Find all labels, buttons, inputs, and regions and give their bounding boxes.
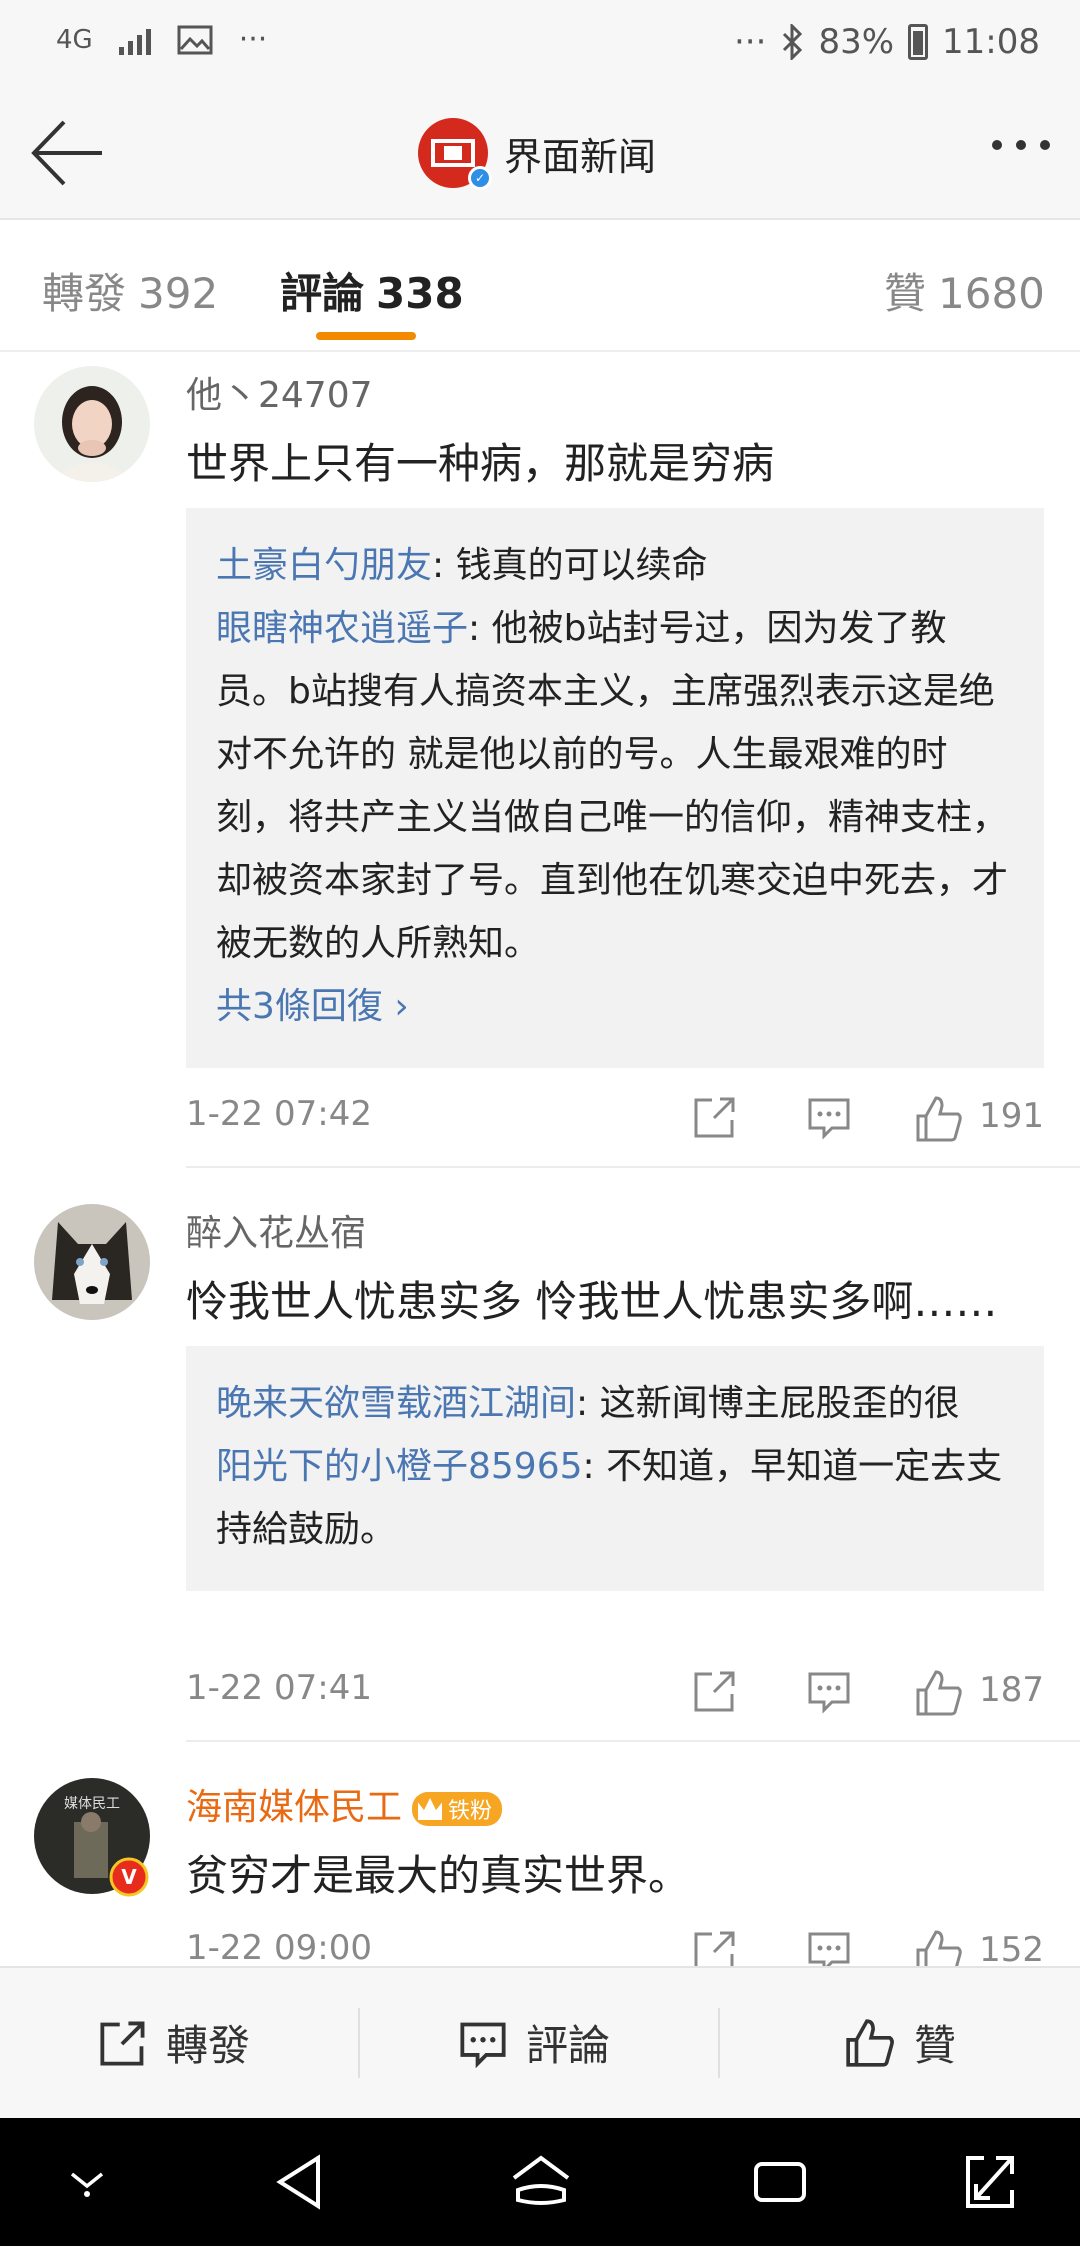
username-text: 海南媒体民工 <box>186 1787 403 1828</box>
account-title[interactable]: ✓ 界面新闻 <box>418 118 657 190</box>
reply-username[interactable]: 阳光下的小橙子85965 <box>216 1446 583 1487</box>
verified-badge-icon: ✓ <box>468 166 492 190</box>
status-left: 4G ··· <box>56 22 267 57</box>
like-count: 187 <box>979 1670 1044 1710</box>
battery-icon <box>908 24 929 60</box>
comment-text: 怜我世人忧患实多 怜我世人忧患实多啊…… <box>186 1277 998 1326</box>
reply-item: 眼瞎神农逍遥子: 他被b站封号过，因为发了教员。b站搜有人搞资本主义，主席强烈表… <box>216 597 1014 975</box>
system-nav-bar <box>0 2118 1080 2246</box>
separator <box>358 2008 360 2078</box>
reply-item: 阳光下的小橙子85965: 不知道，早知道一定去支持給鼓励。 <box>216 1435 1014 1561</box>
clock: 11:08 <box>942 22 1040 62</box>
comment-button[interactable]: 評論 <box>458 2012 610 2073</box>
reply-text: : 这新闻博主屁股歪的很 <box>576 1383 960 1424</box>
comment-meta: 1-22 07:41 187 <box>186 1668 1044 1728</box>
share-icon <box>100 2021 145 2066</box>
tab-bar: 轉發 392 評論 338 贊 1680 <box>0 220 1080 352</box>
comment-icon[interactable] <box>806 1094 852 1140</box>
comment-icon <box>460 2022 506 2068</box>
overflow-left: ··· <box>238 22 268 57</box>
back-arrow-icon[interactable] <box>28 118 108 188</box>
image-icon <box>177 25 213 54</box>
like-icon <box>846 2018 894 2067</box>
reply-box[interactable]: 土豪白勺朋友: 钱真的可以续命 眼瞎神农逍遥子: 他被b站封号过，因为发了教员。… <box>186 508 1044 1068</box>
comment-icon[interactable] <box>806 1668 852 1714</box>
avatar[interactable] <box>34 1204 150 1320</box>
tab-comments-count: 338 <box>376 269 464 318</box>
bottom-action-bar: 轉發 評論 贊 <box>0 1966 1080 2120</box>
status-right: ··· 83% 11:08 <box>734 22 1040 62</box>
comment-label: 評論 <box>526 2021 611 2070</box>
reply-username[interactable]: 眼瞎神农逍遥子 <box>216 608 468 649</box>
username[interactable]: 海南媒体民工 铁粉 <box>186 1778 503 1830</box>
like-icon[interactable] <box>914 1094 964 1144</box>
reply-username[interactable]: 土豪白勺朋友 <box>216 545 432 586</box>
expand-icon[interactable] <box>962 2152 1018 2212</box>
home-nav-icon[interactable] <box>508 2152 574 2212</box>
reply-box[interactable]: 晚来天欲雪载酒江湖间: 这新闻博主屁股歪的很 阳光下的小橙子85965: 不知道… <box>186 1346 1044 1591</box>
network-label: 4G <box>56 24 93 55</box>
avatar-text: 媒体民工 <box>64 1796 120 1812</box>
reply-item: 晚来天欲雪载酒江湖间: 这新闻博主屁股歪的很 <box>216 1372 1014 1435</box>
reply-text: : 钱真的可以续命 <box>432 545 708 586</box>
tab-likes-count: 1680 <box>938 269 1045 318</box>
comment-time: 1-22 09:00 <box>186 1928 372 1968</box>
tab-likes-label: 贊 <box>884 269 927 318</box>
like-icon[interactable] <box>914 1668 964 1718</box>
fan-badge-label: 铁粉 <box>448 1799 493 1824</box>
more-replies-link[interactable]: 共3條回復 › <box>216 975 1014 1038</box>
crown-icon <box>418 1798 443 1820</box>
tab-repost-count: 392 <box>138 269 219 318</box>
battery-percent: 83% <box>818 22 895 62</box>
tab-repost[interactable]: 轉發 392 <box>42 260 218 321</box>
comment-time: 1-22 07:41 <box>186 1668 372 1708</box>
tab-repost-label: 轉發 <box>42 269 127 318</box>
comment-meta: 1-22 07:42 191 <box>186 1094 1044 1154</box>
avatar[interactable] <box>34 366 150 482</box>
bluetooth-icon <box>783 24 803 60</box>
signal-icon <box>118 25 151 55</box>
reply-text: : 他被b站封号过，因为发了教员。b站搜有人搞资本主义，主席强烈表示这是绝对不允… <box>216 608 1009 964</box>
repost-button[interactable]: 轉發 <box>98 2012 250 2073</box>
share-icon[interactable] <box>692 1094 738 1140</box>
divider <box>186 1740 1080 1742</box>
username[interactable]: 他丶24707 <box>186 366 373 418</box>
back-nav-icon[interactable] <box>272 2152 328 2212</box>
comment-time: 1-22 07:42 <box>186 1094 372 1134</box>
comment-text: 贫穷才是最大的真实世界。 <box>186 1851 691 1900</box>
reply-username[interactable]: 晚来天欲雪载酒江湖间 <box>216 1383 576 1424</box>
active-tab-indicator <box>316 332 416 340</box>
verified-v-icon: V <box>109 1857 149 1897</box>
tab-likes[interactable]: 贊 1680 <box>884 260 1045 321</box>
fan-badge: 铁粉 <box>412 1792 503 1826</box>
share-icon[interactable] <box>692 1668 738 1714</box>
chevron-down-icon[interactable] <box>62 2160 112 2200</box>
status-bar: 4G ··· ··· 83% 11:08 <box>0 0 1080 90</box>
username[interactable]: 醉入花丛宿 <box>186 1204 366 1256</box>
overflow-right: ··· <box>734 22 767 62</box>
divider <box>186 1166 1080 1168</box>
comment-text: 世界上只有一种病，那就是穷病 <box>186 439 775 488</box>
tab-comments[interactable]: 評論 338 <box>280 260 464 321</box>
more-dots-icon[interactable] <box>992 140 1050 150</box>
repost-label: 轉發 <box>166 2021 251 2070</box>
separator <box>718 2008 720 2078</box>
news-logo-icon: ✓ <box>418 118 492 190</box>
like-label: 贊 <box>914 2021 957 2070</box>
page-title: 界面新闻 <box>504 134 657 179</box>
like-count: 152 <box>979 1930 1044 1970</box>
top-header: ✓ 界面新闻 <box>0 90 1080 220</box>
like-count: 191 <box>979 1096 1044 1136</box>
reply-item: 土豪白勺朋友: 钱真的可以续命 <box>216 534 1014 597</box>
recent-apps-icon[interactable] <box>752 2152 808 2212</box>
tab-comments-label: 評論 <box>280 269 365 318</box>
svg-text:V: V <box>121 1865 137 1889</box>
like-button[interactable]: 贊 <box>844 2012 956 2073</box>
